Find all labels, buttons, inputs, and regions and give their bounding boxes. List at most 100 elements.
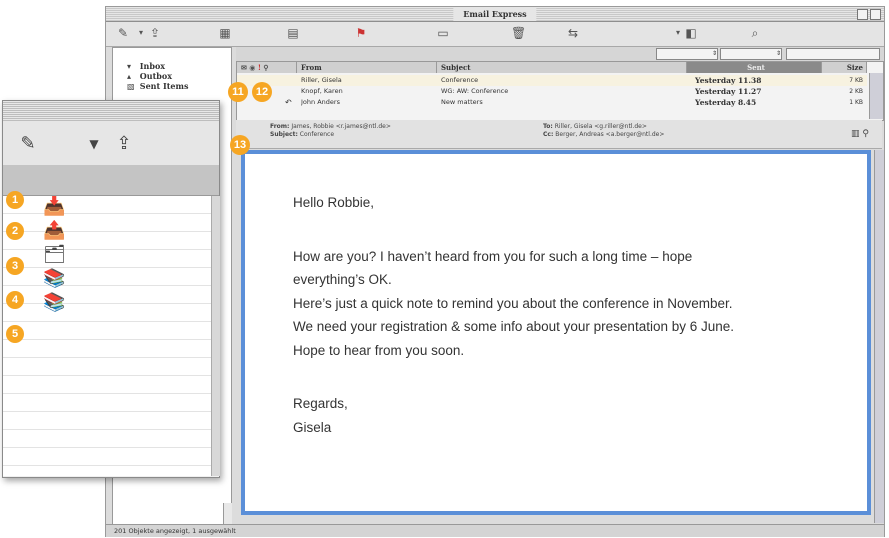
preview-header: From: James, Robbie <r.james@ntl.de> Sub… [236, 120, 882, 149]
folder-label: Outbox [139, 71, 172, 81]
attachment-icon[interactable]: ▥ ⚲ [851, 130, 869, 139]
zoom-button[interactable] [870, 9, 881, 20]
body-line: Hope to hear from you soon. [293, 343, 465, 358]
subject-value: Conference [299, 131, 335, 138]
folder-label: Sent Items [139, 81, 189, 91]
message-size: 1 KB [849, 99, 863, 106]
to-label: To: [543, 123, 553, 130]
sent-items-icon[interactable]: 🗂 [43, 244, 66, 266]
preview-to: To: Riller, Gisela <g.riller@ntl.de> [543, 123, 647, 131]
outbox-icon: ▴ [127, 71, 132, 81]
folder-inbox[interactable]: ▾ Inbox [127, 61, 165, 71]
status-bar: 201 Objekte angezeigt, 1 ausgewählt [106, 524, 884, 537]
search-icon[interactable]: ⌕ [748, 26, 762, 40]
column-icons-header[interactable]: ✉ ◉ ! ⚲ [237, 62, 297, 73]
send-receive-icon[interactable]: ⇪ [148, 26, 162, 40]
preview-subject: Subject: Conference [270, 131, 334, 139]
message-subject: WG: AW: Conference [441, 87, 509, 95]
zoom-header-strip [3, 165, 219, 196]
zoom-scrollbar[interactable] [211, 196, 220, 476]
message-row[interactable]: Knopf, Karen WG: AW: Conference Yesterda… [237, 86, 867, 97]
column-from[interactable]: From [297, 62, 437, 73]
callout-2: 2 [6, 222, 24, 240]
email-window: Email Express ✎ ▾ ⇪ ▦ ▤ ⚑ ▭ 🗑 ⇆ ▾ ◧ ⌕ ⇕ … [105, 6, 885, 537]
to-value: Riller, Gisela <g.riller@ntl.de> [554, 123, 647, 130]
message-row[interactable]: Riller, Gisela Conference Yesterday 11.3… [237, 75, 867, 86]
inbox-icon[interactable]: 📥 [43, 196, 65, 218]
status-text: 201 Objekte angezeigt, 1 ausgewählt [114, 527, 236, 535]
body-line: Gisela [293, 420, 332, 435]
message-row[interactable]: ↶ John Anders New matters Yesterday 8.45… [237, 97, 867, 108]
forward-icon[interactable]: ⇆ [566, 26, 580, 40]
body-line: Hello Robbie, [293, 195, 375, 210]
dropdown-arrow-icon[interactable]: ▼ [83, 133, 105, 155]
body-line: Here’s just a quick note to remind you a… [293, 296, 733, 311]
zoom-folder-list: 📥 📤 🗂 📚 📚 [3, 196, 211, 476]
message-size: 2 KB [849, 88, 863, 95]
message-body[interactable]: Hello Robbie, How are you? I haven’t hea… [241, 150, 871, 515]
message-subject: Conference [441, 76, 479, 84]
collapse-button[interactable] [857, 9, 868, 20]
message-sent: Yesterday 8.45 [695, 98, 757, 107]
preview-from: From: James, Robbie <r.james@ntl.de> [270, 123, 391, 131]
dropdown-arrow-icon[interactable]: ▾ [671, 26, 685, 40]
message-sent: Yesterday 11.27 [695, 87, 762, 96]
folder-outbox[interactable]: ▴ Outbox [127, 71, 172, 81]
body-line: Regards, [293, 396, 348, 411]
message-subject: New matters [441, 98, 483, 106]
cc-value: Berger, Andreas <a.berger@ntl.de> [555, 131, 665, 138]
send-receive-icon[interactable]: ⇪ [113, 133, 135, 155]
subject-label: Subject: [270, 131, 298, 138]
print-icon[interactable]: ▭ [436, 26, 450, 40]
main-toolbar: ✎ ▾ ⇪ ▦ ▤ ⚑ ▭ 🗑 ⇆ ▾ ◧ ⌕ [106, 22, 884, 47]
compose-icon[interactable]: ✎ [17, 133, 39, 155]
outbox-icon[interactable]: 📤 [43, 220, 65, 242]
window-buttons [855, 9, 881, 23]
archive-icon[interactable]: 📚 [43, 268, 65, 290]
preview-cc: Cc: Berger, Andreas <a.berger@ntl.de> [543, 131, 664, 139]
contacts-icon[interactable]: ◧ [684, 26, 698, 40]
sent-items-icon: ▧ [127, 81, 135, 91]
body-scrollbar[interactable] [874, 150, 884, 523]
callout-5: 5 [6, 325, 24, 343]
filter-bar: ⇕ ⇕ [236, 47, 884, 61]
zoomed-folder-panel: ✎ ▼ ⇪ 📥 📤 🗂 📚 📚 [2, 100, 220, 478]
callout-13: 13 [230, 135, 250, 155]
filter-select-2[interactable]: ⇕ [720, 48, 782, 60]
body-line: We need your registration & some info ab… [293, 319, 735, 334]
body-line: everything’s OK. [293, 272, 392, 287]
title-bar[interactable]: Email Express [106, 7, 884, 22]
folder-sent-items[interactable]: ▧ Sent Items [127, 81, 188, 91]
replied-arrow-icon: ↶ [285, 98, 292, 107]
column-subject[interactable]: Subject [437, 62, 687, 73]
compose-icon[interactable]: ✎ [116, 26, 130, 40]
from-value: James, Robbie <r.james@ntl.de> [291, 123, 391, 130]
reply-icon[interactable]: ▤ [286, 26, 300, 40]
address-book-icon[interactable]: ▦ [218, 26, 232, 40]
dropdown-arrow-icon[interactable]: ▾ [134, 26, 148, 40]
delete-icon[interactable]: 🗑 [511, 26, 526, 40]
callout-1: 1 [6, 191, 24, 209]
zoom-toolbar: ✎ ▼ ⇪ [3, 121, 219, 166]
folder-label: Inbox [139, 61, 166, 71]
message-sent: Yesterday 11.38 [695, 76, 762, 85]
cc-label: Cc: [543, 131, 554, 138]
column-sent[interactable]: Sent [687, 62, 822, 73]
body-line: How are you? I haven’t heard from you fo… [293, 249, 693, 264]
column-size[interactable]: Size [822, 62, 867, 73]
from-label: From: [270, 123, 290, 130]
message-from: John Anders [301, 98, 340, 106]
callout-4: 4 [6, 291, 24, 309]
search-input[interactable] [786, 48, 880, 60]
callout-12: 12 [252, 82, 272, 102]
callout-11: 11 [228, 82, 248, 102]
message-list-scrollbar[interactable] [869, 73, 883, 119]
inbox-icon: ▾ [127, 61, 132, 71]
message-from: Knopf, Karen [301, 87, 343, 95]
filter-select-1[interactable]: ⇕ [656, 48, 718, 60]
flag-icon[interactable]: ⚑ [354, 26, 368, 40]
folder-scrollbar[interactable] [223, 503, 232, 525]
message-size: 7 KB [849, 77, 863, 84]
deleted-items-icon[interactable]: 📚 [43, 292, 65, 314]
callout-3: 3 [6, 257, 24, 275]
